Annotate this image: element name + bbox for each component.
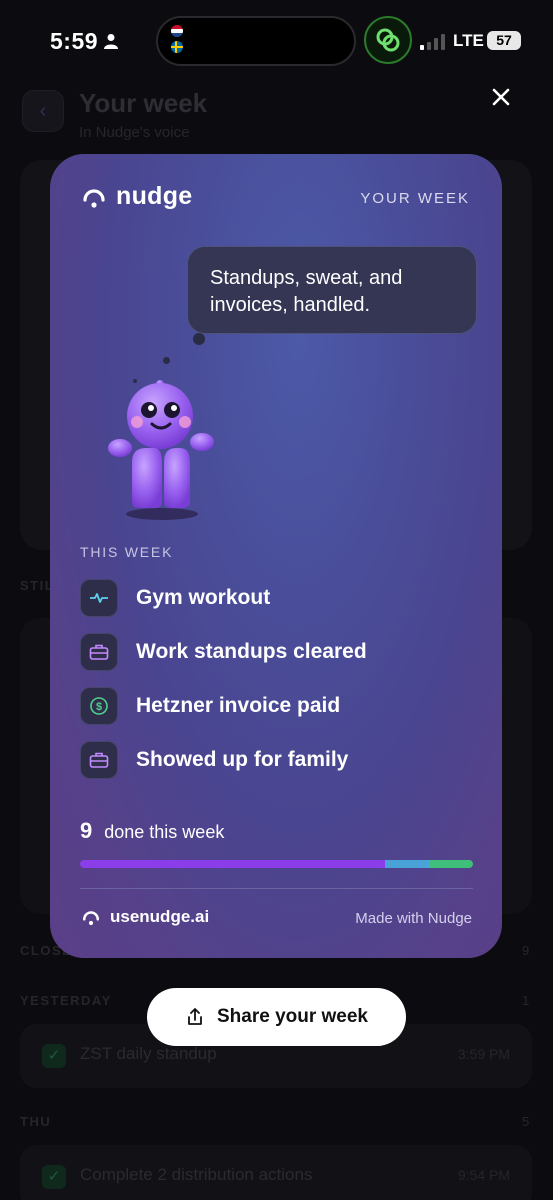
- page-subtitle: In Nudge's voice: [79, 124, 190, 141]
- footer-made-with: Made with Nudge: [355, 910, 472, 927]
- thought-dot: [163, 357, 170, 364]
- list-item-time: 3:59 PM: [457, 1046, 510, 1062]
- share-icon: [188, 1008, 202, 1025]
- task-icon-box: $: [80, 687, 118, 725]
- list-item-label: Complete 2 distribution actions: [80, 1165, 313, 1184]
- briefcase-icon: [89, 752, 109, 768]
- task-icon-box: [80, 741, 118, 779]
- pulse-icon: [90, 593, 108, 603]
- task-icon-box: [80, 633, 118, 671]
- dollar-icon: $: [90, 697, 108, 715]
- progress-segment: [385, 860, 429, 868]
- week-task: $ Hetzner invoice paid: [80, 687, 480, 725]
- list-item-time: 9:54 PM: [457, 1167, 510, 1183]
- progress-segment: [80, 860, 386, 868]
- nudge-logo-icon: [82, 911, 100, 926]
- status-time: 5:59: [50, 28, 99, 54]
- divider: [80, 888, 473, 889]
- footer-url: usenudge.ai: [110, 907, 210, 926]
- progress-segment: [428, 860, 473, 868]
- check-icon: ✓: [42, 1165, 66, 1189]
- dynamic-island: [156, 16, 356, 66]
- task-label: Gym workout: [136, 586, 271, 609]
- page-title: Your week: [79, 88, 208, 118]
- footer-brand: usenudge.ai: [82, 907, 209, 927]
- list-item[interactable]: ✓ Complete 2 distribution actions 9:54 P…: [20, 1145, 532, 1200]
- section-label: THU: [20, 1114, 52, 1129]
- task-label: Showed up for family: [136, 748, 349, 771]
- week-share-card: nudge YOUR WEEK Standups, sweat, and inv…: [50, 154, 502, 958]
- status-bar: 5:59 LTE 57: [0, 0, 553, 84]
- svg-text:$: $: [96, 701, 102, 713]
- section-count: 1: [522, 993, 530, 1008]
- signal-icon: [420, 34, 445, 50]
- sweden-flag-icon: [171, 41, 183, 53]
- section-label: THIS WEEK: [80, 544, 174, 560]
- battery-indicator: 57: [487, 31, 521, 50]
- speech-bubble: Standups, sweat, and invoices, handled.: [187, 246, 477, 334]
- netherlands-flag-icon: [171, 25, 183, 37]
- week-task: Showed up for family: [80, 741, 480, 779]
- done-summary: 9 done this week: [80, 818, 224, 844]
- check-icon: ✓: [42, 1044, 66, 1068]
- brand-logo: nudge: [82, 182, 193, 211]
- thought-dot: [193, 333, 205, 345]
- card-tag: YOUR WEEK: [360, 190, 470, 207]
- week-progress-bar: [80, 860, 473, 868]
- close-button[interactable]: [488, 84, 514, 113]
- share-button-label: Share your week: [216, 1006, 369, 1027]
- back-button[interactable]: ‹: [22, 90, 64, 132]
- link-app-indicator: [364, 16, 412, 64]
- task-label: Hetzner invoice paid: [136, 694, 341, 717]
- done-label: done this week: [104, 822, 225, 842]
- list-item-label: ZST daily standup: [80, 1044, 217, 1063]
- person-icon: [104, 34, 118, 49]
- task-label: Work standups cleared: [136, 640, 367, 663]
- chevron-left-icon: ‹: [39, 100, 47, 122]
- network-type: LTE: [453, 31, 484, 50]
- done-count: 9: [80, 818, 93, 843]
- section-count: 9: [522, 943, 530, 958]
- section-label: YESTERDAY: [20, 993, 112, 1008]
- nudge-logo-icon: [83, 188, 105, 208]
- link-icon: [376, 28, 400, 52]
- flags-indicator: [171, 25, 183, 57]
- section-count: 5: [522, 1114, 530, 1129]
- task-icon-box: [80, 579, 118, 617]
- brand-name: nudge: [116, 182, 193, 210]
- week-task: Work standups cleared: [80, 633, 480, 671]
- briefcase-icon: [89, 644, 109, 660]
- mascot-illustration: [108, 380, 214, 520]
- week-task: Gym workout: [80, 579, 480, 617]
- close-icon: [492, 88, 510, 106]
- share-week-button[interactable]: Share your week: [147, 988, 406, 1046]
